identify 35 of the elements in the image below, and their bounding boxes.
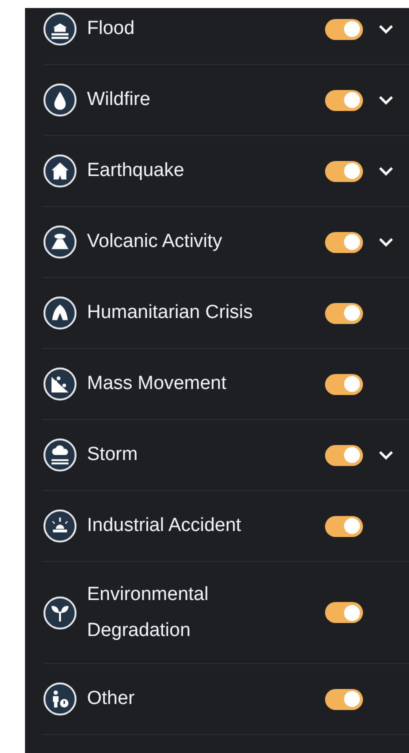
toggle-switch[interactable]: [325, 516, 363, 536]
category-label: Earthquake: [87, 159, 186, 183]
category-label: Humanitarian Crisis: [87, 301, 254, 325]
category-label: Environmental Degradation: [87, 582, 210, 642]
category-icon: [43, 83, 77, 117]
category-icon: [43, 154, 77, 188]
category-icon: [43, 509, 77, 543]
chevron-down-icon[interactable]: [378, 24, 394, 34]
toggle-switch[interactable]: [325, 302, 363, 324]
toggle-switch[interactable]: [325, 160, 363, 182]
toggle-switch[interactable]: [325, 374, 363, 394]
toggle-switch[interactable]: [325, 90, 363, 110]
category-icon: [43, 596, 77, 630]
toggle-switch[interactable]: [325, 602, 363, 623]
category-icon: [43, 682, 77, 716]
chevron-down-icon[interactable]: [378, 450, 394, 460]
toggle-switch[interactable]: [325, 444, 363, 466]
category-label: Storm: [87, 443, 139, 467]
category-label: Industrial Accident: [87, 514, 242, 538]
category-label: Volcanic Activity: [87, 230, 224, 254]
category-label: Mass Movement: [87, 372, 228, 396]
category-icon: [43, 367, 77, 401]
toggle-switch[interactable]: [325, 232, 363, 252]
toggle-switch[interactable]: [325, 688, 363, 710]
category-icon: [43, 296, 77, 330]
toggle-switch[interactable]: [325, 18, 363, 40]
category-label: Wildfire: [87, 88, 152, 112]
category-icon: [43, 12, 77, 46]
category-label: Flood: [87, 17, 136, 41]
category-icon: [43, 225, 77, 259]
category-icon: [43, 438, 77, 472]
chevron-down-icon[interactable]: [378, 95, 394, 105]
chevron-down-icon[interactable]: [378, 237, 394, 247]
chevron-down-icon[interactable]: [378, 166, 394, 176]
category-label: Other: [87, 687, 136, 711]
